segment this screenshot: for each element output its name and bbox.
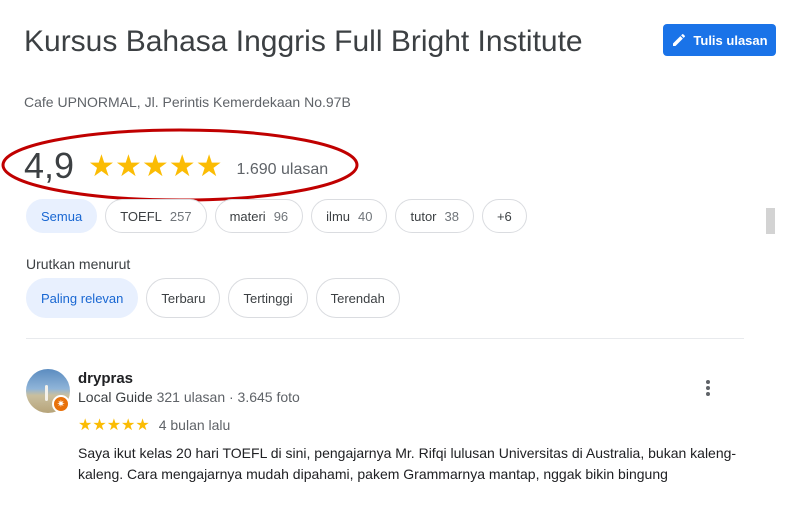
divider [26, 338, 744, 339]
avatar[interactable]: ✷ [26, 369, 70, 413]
topic-chip-tutor[interactable]: tutor 38 [395, 199, 474, 233]
local-guide-label: Local Guide [78, 389, 153, 405]
sort-chip-relevant[interactable]: Paling relevan [26, 278, 139, 318]
topic-filter-chips: Semua TOEFL 257 materi 96 ilmu 40 tutor … [26, 199, 527, 233]
more-vert-icon [706, 380, 710, 396]
sort-label: Urutkan menurut [26, 256, 131, 272]
review-time: 4 bulan lalu [158, 417, 231, 433]
topic-chip-label: materi [229, 208, 266, 224]
scrollbar-thumb[interactable] [766, 208, 775, 234]
sort-options: Paling relevan Terbaru Tertinggi Terenda… [26, 278, 400, 318]
topic-chip-count: 38 [444, 208, 459, 224]
topic-chip-label: Semua [41, 208, 83, 224]
reviewer-name[interactable]: drypras [78, 370, 133, 387]
topic-chip-label: ilmu [326, 208, 351, 224]
topic-chip-count: 257 [169, 208, 192, 224]
topic-chip-materi[interactable]: materi 96 [214, 199, 304, 233]
avatar-figure [45, 385, 48, 401]
review-stars: ★★★★★ [78, 417, 150, 434]
topic-chip-label: +6 [496, 208, 512, 224]
sort-chip-lowest[interactable]: Terendah [315, 278, 400, 318]
local-guide-star-icon: ✷ [52, 395, 70, 413]
topic-chip-semua[interactable]: Semua [26, 199, 98, 233]
topic-chip-ilmu[interactable]: ilmu 40 [311, 199, 388, 233]
write-review-label: Tulis ulasan [693, 32, 768, 48]
reviewer-stats: 321 ulasan · 3.645 foto [156, 389, 300, 405]
write-review-button[interactable]: Tulis ulasan [663, 24, 776, 56]
review-text: Saya ikut kelas 20 hari TOEFL di sini, p… [78, 445, 737, 482]
topic-chip-label: TOEFL [120, 208, 162, 224]
topic-chip-more[interactable]: +6 [481, 199, 527, 233]
place-title: Kursus Bahasa Inggris Full Bright Instit… [24, 25, 583, 58]
highlight-ellipse [1, 128, 359, 202]
review-rating: ★★★★★ 4 bulan lalu [78, 415, 230, 435]
topic-chip-count: 40 [358, 208, 373, 224]
sort-chip-highest[interactable]: Tertinggi [228, 278, 308, 318]
topic-chip-toefl[interactable]: TOEFL 257 [105, 199, 207, 233]
topic-chip-count: 96 [273, 208, 289, 224]
topic-chip-label: tutor [410, 208, 437, 224]
pencil-icon [673, 33, 686, 46]
place-address: Cafe UPNORMAL, Jl. Perintis Kemerdekaan … [24, 94, 351, 110]
reviewer-meta: Local Guide 321 ulasan · 3.645 foto [78, 389, 300, 405]
more-options-button[interactable] [696, 376, 720, 400]
sort-chip-newest[interactable]: Terbaru [146, 278, 221, 318]
